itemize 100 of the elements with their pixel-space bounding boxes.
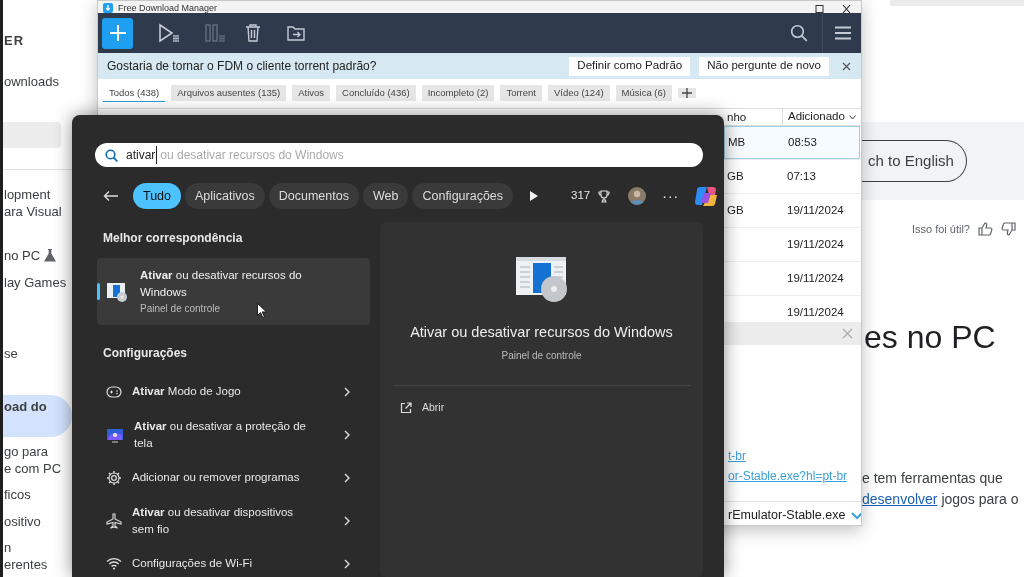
sidebar-item[interactable]: ficos [3,486,72,503]
thumbs-down-icon[interactable] [1001,222,1016,237]
features-icon [515,255,568,303]
chevron-right-icon [344,429,350,440]
play-icon[interactable] [529,190,540,202]
assistant-icon[interactable] [695,185,720,207]
table-cell-text: 19/11/2024 [787,202,844,218]
pause-icon [204,23,226,43]
filter-tab[interactable]: Incompleto (2) [421,85,495,101]
avatar-icon[interactable] [628,187,647,205]
column-header[interactable]: Adicionado [788,108,845,126]
table-cell: GB [727,203,744,216]
sidebar-title: ER [3,32,26,49]
open-icon [400,401,412,414]
table-cell-text: 19/11/2024 [787,304,844,320]
selection-indicator [97,283,100,300]
thumbs-up-icon[interactable] [978,222,993,237]
notification-button[interactable]: Não pergunte de novo [699,56,829,76]
flask-icon [44,249,57,262]
table-cell-text: 07:13 [787,168,816,184]
table-cell-text: 08:53 [788,134,817,150]
chevron-right-icon [344,386,350,397]
play-icon [158,23,180,43]
result-subtitle: Painel de controle [140,302,221,316]
filter-chip[interactable]: Configurações [412,183,514,209]
search-field[interactable]: ativar ou desativar recursos do Windows [95,143,703,167]
sidebar-item[interactable]: n erentes [3,539,72,573]
airplane-icon [106,512,122,529]
section-heading: Melhor correspondência [102,230,244,246]
trash-icon [245,24,261,42]
plus-icon[interactable] [681,88,692,98]
plus-icon [108,24,127,42]
sidebar-item[interactable]: lay Games [3,274,72,291]
features-icon [107,281,127,302]
notification-text: Gostaria de tornar o FDM o cliente torrent padrão? [107,58,377,75]
close-icon[interactable] [842,61,851,71]
sort-caret-icon [848,114,856,120]
column-header: nho [727,111,747,123]
search-icon[interactable] [790,24,808,42]
filter-chip[interactable]: Aplicativos [185,183,265,209]
notification-button[interactable]: Definir como Padrão [569,56,691,76]
points-count: 317 [571,188,591,204]
filter-tab[interactable]: Concluído (436) [336,85,416,101]
filter-tab[interactable]: Música (6) [615,85,672,101]
filter-tab[interactable]: Todos (438) [103,84,166,102]
trophy-icon[interactable] [598,189,611,203]
back-arrow-icon[interactable] [103,190,119,202]
wifi-icon [106,557,122,570]
settings-item[interactable]: Ativar Modo de Jogo [97,370,370,413]
filter-chip[interactable]: Documentos [268,183,359,209]
settings-item[interactable]: Ativar ou desativar a proteção de tela [97,413,370,456]
monitor-icon [106,426,124,443]
sidebar-item[interactable]: go para e com PC [3,443,72,477]
settings-item[interactable]: Configurações de Wi-Fi [97,542,370,577]
sidebar-item[interactable]: ownloads [3,73,72,90]
table-row[interactable]: GB 19/11/2024 [724,194,858,227]
menu-icon[interactable] [835,26,851,40]
page-heading: es no PC [863,319,997,354]
preview-subtitle: Painel de controle [501,348,582,363]
close-icon[interactable] [842,5,851,13]
file-name: rEmulator-Stable.exe [728,507,846,525]
filter-chip[interactable]: Tudo [133,183,182,209]
sidebar-item[interactable]: se [3,345,72,362]
add-button[interactable] [102,17,133,49]
search-icon [105,148,118,162]
gamepad-icon [106,385,122,398]
sidebar-item[interactable]: oad do [3,395,72,437]
search-field[interactable] [3,122,61,148]
maximize-icon[interactable] [815,5,824,13]
table-row[interactable]: 19/11/2024 [724,228,858,261]
filter-tab[interactable]: Torrent [500,85,542,101]
chevron-down-icon[interactable] [851,511,861,520]
result-item[interactable]: Ativar ou desativar recursos do Windows Painel de controle [97,258,370,325]
text-link[interactable]: desenvolver [862,490,938,507]
sidebar-item[interactable]: no PC [3,247,72,264]
filter-tab[interactable]: Ativos [292,85,331,101]
table-row[interactable]: 19/11/2024 [724,296,858,322]
more-options[interactable]: ··· [662,185,680,207]
table-cell-text: 19/11/2024 [787,236,844,252]
table-row[interactable]: 19/11/2024 [724,262,858,295]
chevron-right-icon [344,472,350,483]
filter-tab[interactable]: Vídeo (124) [547,85,610,101]
result-title: Ativar ou desativar recursos do Windows [140,268,303,300]
open-action[interactable]: Abrir [400,399,445,416]
table-row[interactable]: GB 07:13 [724,160,858,193]
settings-item[interactable]: Ativar ou desativar dispositivos sem fio [97,499,370,542]
preview-title: Ativar ou desativar recursos do Windows [410,323,673,342]
filter-tab[interactable]: Arquivos ausentes (135) [171,85,287,101]
feedback-label: Isso foi útil? [911,222,970,237]
settings-item[interactable]: Adicionar ou remover programas [97,456,370,499]
chevron-right-icon [344,558,350,569]
folder-icon [287,25,305,41]
filter-chip[interactable]: Web [362,183,409,209]
window-title: Free Download Manager [118,3,218,13]
sidebar-item[interactable]: lopment ara Visual [3,186,72,220]
table-cell: MB [728,135,746,148]
chevron-right-icon [344,515,350,526]
mouse-pointer-icon [257,303,267,318]
sidebar-item[interactable]: ositivo [3,513,72,530]
table-row[interactable]: MB 08:53 [724,126,860,159]
